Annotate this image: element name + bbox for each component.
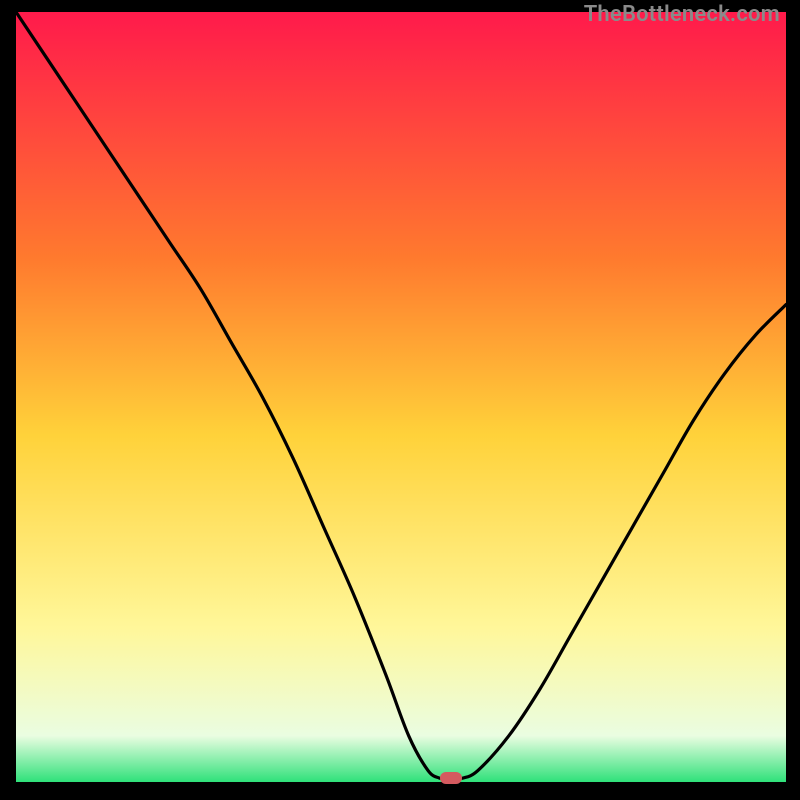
chart-background-gradient [16, 12, 786, 782]
watermark-text: TheBottleneck.com [584, 2, 780, 27]
chart-frame: TheBottleneck.com [0, 0, 800, 800]
chart-plot-area [16, 12, 786, 782]
chart-svg [16, 12, 786, 782]
optimum-marker [440, 772, 462, 784]
